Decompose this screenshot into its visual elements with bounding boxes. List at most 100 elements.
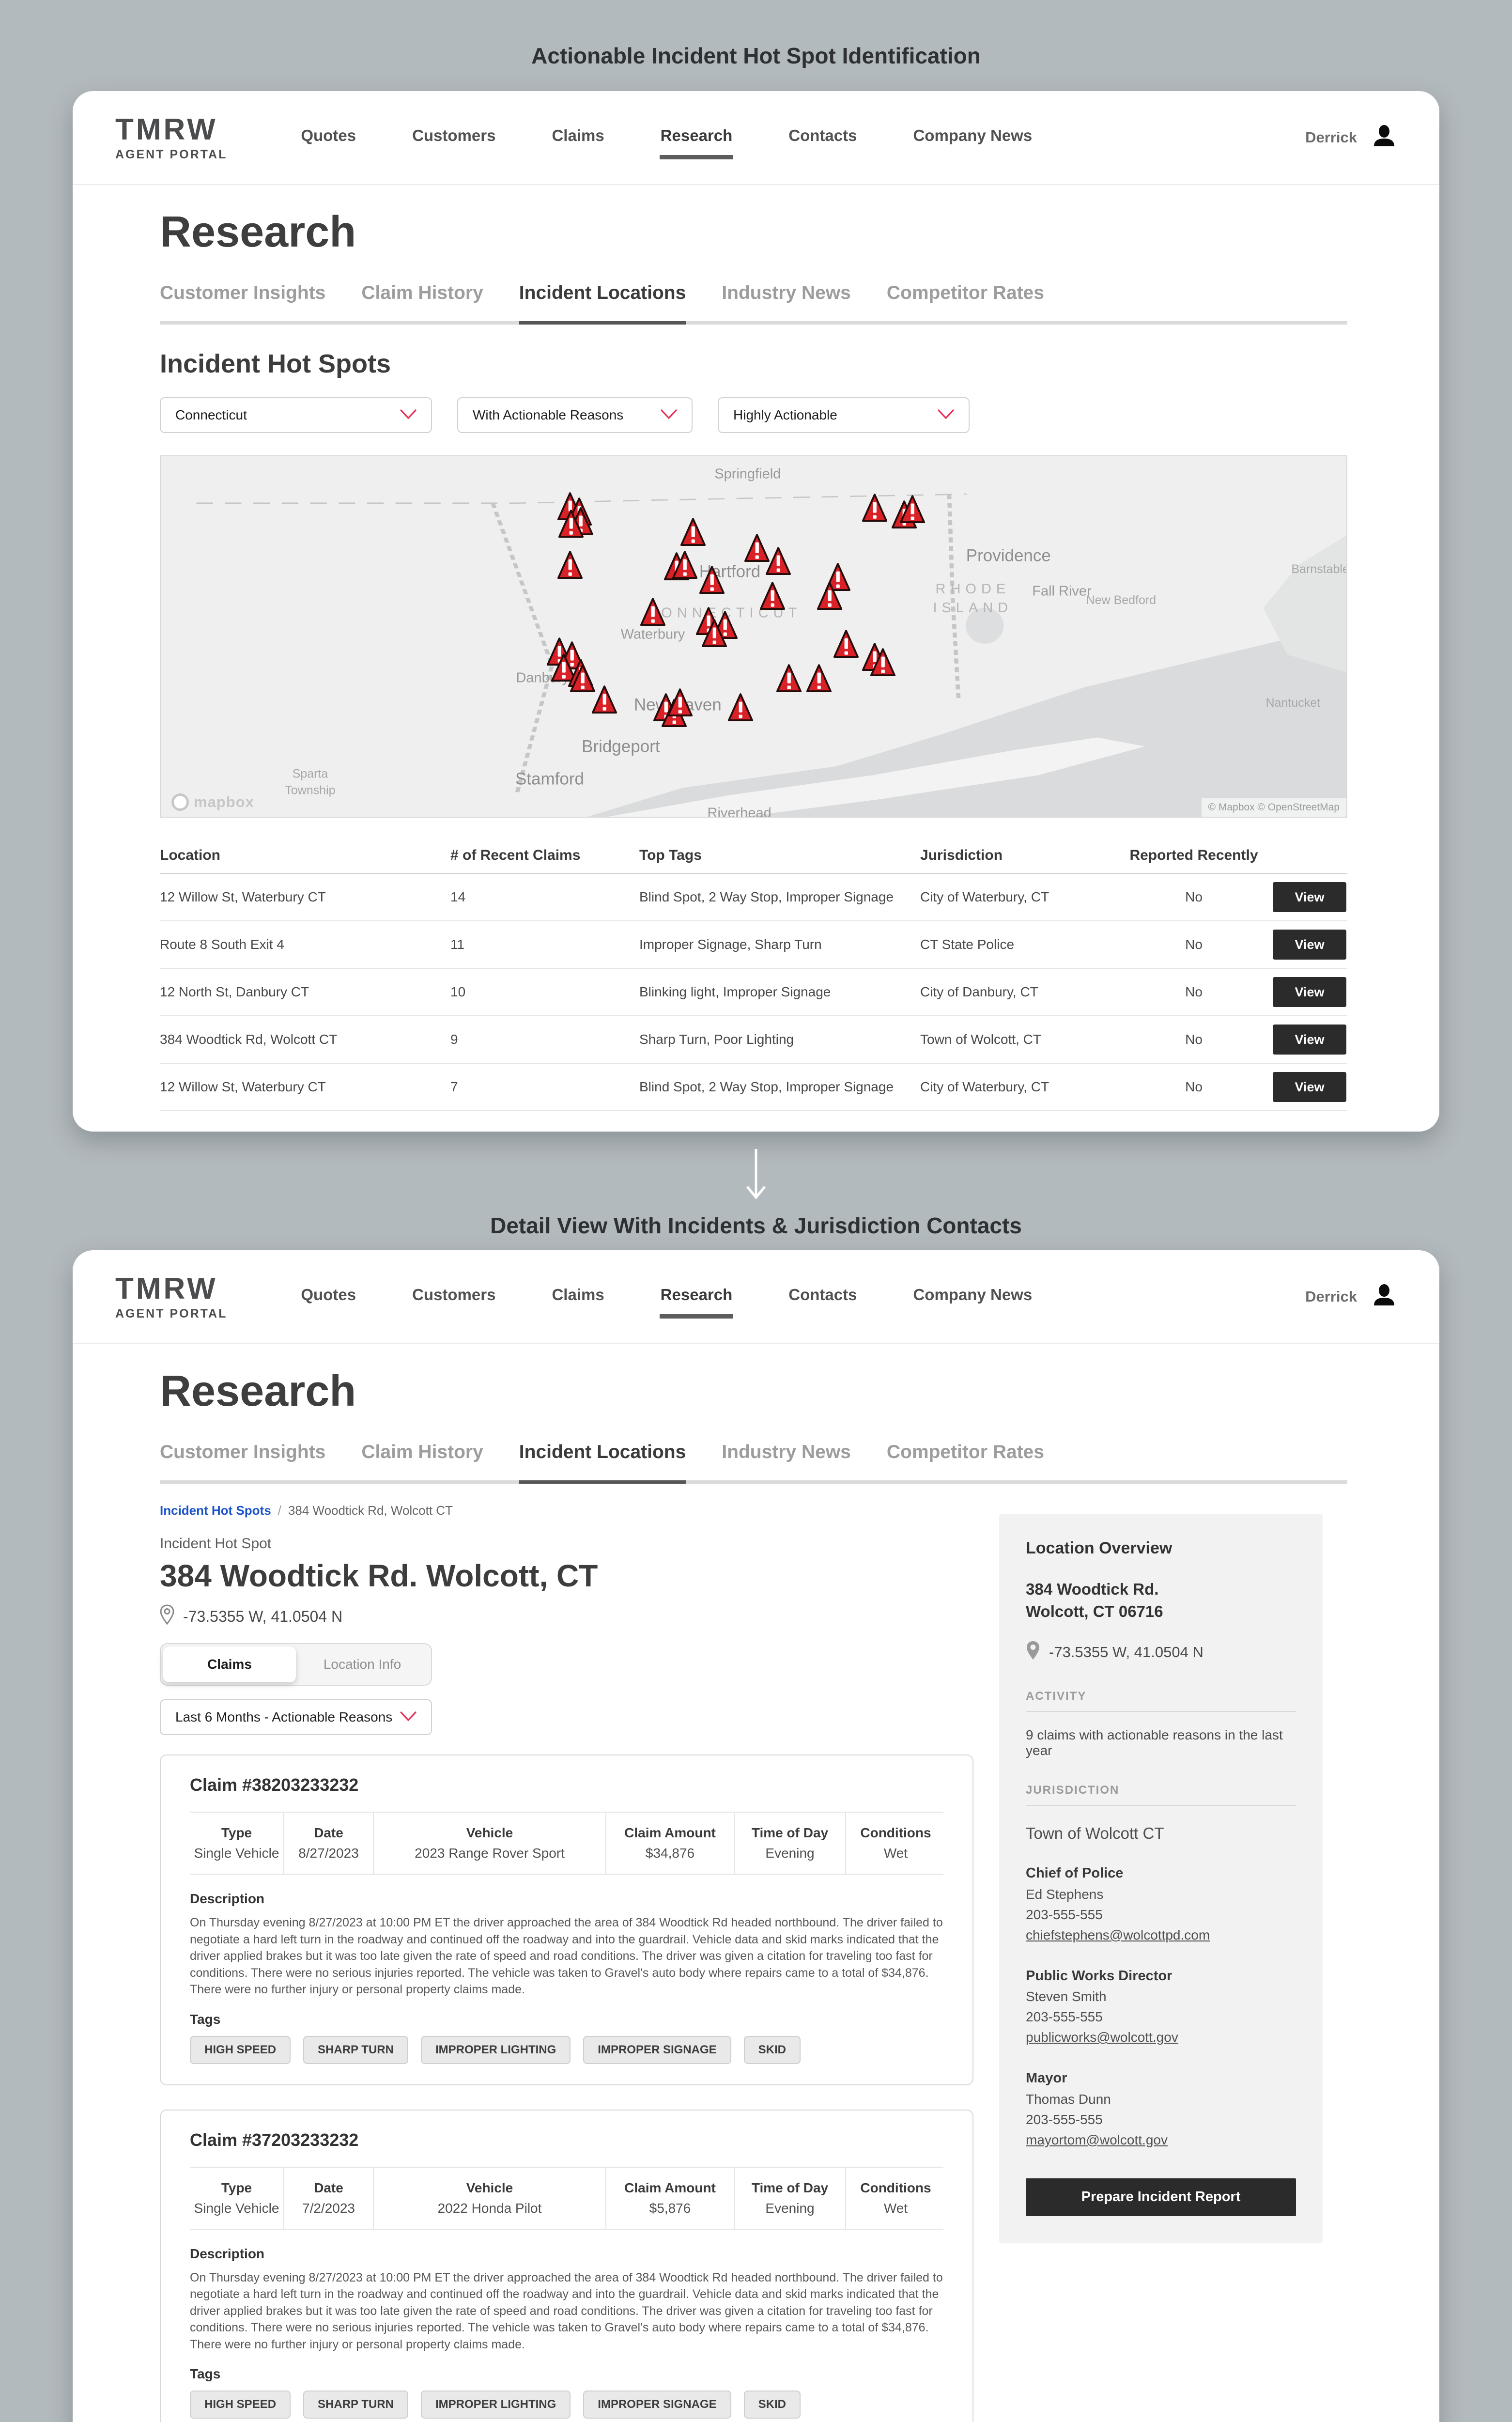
logo-subtitle: AGENT PORTAL [115, 147, 228, 161]
contact-email-link[interactable]: publicworks@wolcott.gov [1026, 2030, 1178, 2045]
cell-actions: View [1264, 882, 1346, 912]
user-menu[interactable]: Derrick [1305, 124, 1397, 152]
tmrw-logo[interactable]: TMRW AGENT PORTAL [115, 114, 228, 161]
incident-marker-icon[interactable] [870, 648, 896, 678]
stage-title-bottom: Detail View With Incidents & Jurisdictio… [490, 1213, 1022, 1238]
filter-dropdown-with-actionable-reasons[interactable]: With Actionable Reasons [457, 397, 693, 433]
breadcrumb: Incident Hot Spots / 384 Woodtick Rd, Wo… [160, 1503, 973, 1518]
cell-location: 12 Willow St, Waterbury CT [160, 1079, 326, 1094]
tab-incident-locations[interactable]: Incident Locations [519, 1442, 686, 1463]
nav-item-contacts[interactable]: Contacts [787, 1275, 858, 1319]
view-button[interactable]: View [1273, 882, 1346, 912]
view-button[interactable]: View [1273, 1025, 1346, 1055]
incident-marker-icon[interactable] [557, 550, 583, 580]
incident-map[interactable]: mapbox © Mapbox © OpenStreetMap Springfi… [160, 455, 1347, 818]
tab-competitor-rates[interactable]: Competitor Rates [887, 282, 1044, 304]
incident-marker-icon[interactable] [759, 581, 786, 611]
cell-jurisdiction: CT State Police [920, 937, 1015, 952]
tab-customer-insights[interactable]: Customer Insights [160, 282, 325, 304]
incident-marker-icon[interactable] [833, 629, 859, 659]
tab-customer-insights[interactable]: Customer Insights [160, 1442, 325, 1463]
nav-item-claims[interactable]: Claims [551, 1275, 605, 1319]
detail-panel: TMRW AGENT PORTAL Quotes Customers Claims R… [73, 1250, 1439, 2422]
table-row: 384 Woodtick Rd, Wolcott CT 9 Sharp Turn, … [160, 1016, 1347, 1064]
field-header: Claim Amount [624, 2180, 716, 2195]
nav-item-research[interactable]: Research [659, 1275, 734, 1319]
prepare-incident-report-button[interactable]: Prepare Incident Report [1026, 2178, 1296, 2216]
tab-industry-news[interactable]: Industry News [722, 282, 851, 304]
incident-marker-icon[interactable] [899, 495, 926, 525]
location-pin-icon [1026, 1640, 1040, 1664]
incident-marker-icon[interactable] [558, 509, 584, 539]
field-value: 7/2/2023 [302, 2200, 355, 2216]
tab-underline-indicator [519, 321, 686, 325]
user-name: Derrick [1305, 129, 1357, 146]
breadcrumb-link-incident-hot-spots[interactable]: Incident Hot Spots [160, 1503, 271, 1518]
incident-marker-icon[interactable] [776, 664, 802, 694]
detail-eyebrow: Incident Hot Spot [160, 1536, 272, 1552]
tab-claims[interactable]: Claims [163, 1646, 296, 1682]
claim-field-date: Date 8/27/2023 [284, 1813, 374, 1874]
incident-marker-icon[interactable] [727, 693, 754, 723]
tab-claim-history[interactable]: Claim History [361, 282, 483, 304]
cell-top-tags: Sharp Turn, Poor Lighting [639, 1032, 794, 1047]
contact-mayor: Mayor Thomas Dunn 203-555-555 mayortom@wolc… [1026, 2068, 1296, 2150]
field-value: Wet [883, 2200, 908, 2216]
incident-marker-icon[interactable] [699, 565, 725, 595]
claim-field-date: Date 7/2/2023 [284, 2167, 374, 2229]
tab-industry-news[interactable]: Industry News [722, 1442, 851, 1463]
incident-marker-icon[interactable] [806, 664, 832, 694]
range-filter-dropdown[interactable]: Last 6 Months - Actionable Reasons [160, 1699, 432, 1735]
contact-email-link[interactable]: chiefstephens@wolcottpd.com [1026, 1927, 1210, 1942]
description-label: Description [190, 1891, 265, 1906]
tab-claim-history[interactable]: Claim History [361, 1442, 483, 1463]
nav-item-contacts[interactable]: Contacts [787, 116, 858, 159]
incident-marker-icon[interactable] [591, 685, 617, 715]
filter-dropdown-connecticut[interactable]: Connecticut [160, 397, 432, 433]
filters-row: Connecticut With Actionable Reasons Highly… [160, 397, 1347, 433]
coords-text: -73.5355 W, 41.0504 N [1049, 1644, 1203, 1661]
page-title: Research [160, 208, 356, 256]
nav-item-quotes[interactable]: Quotes [300, 1275, 357, 1319]
nav-item-claims[interactable]: Claims [551, 116, 605, 159]
claim-card: Claim #37203233232 Type Single Vehicle Date… [160, 2109, 973, 2422]
tags-row: HIGH SPEED SHARP TURN IMPROPER LIGHTING IMP… [190, 2035, 943, 2064]
nav-item-research[interactable]: Research [659, 116, 734, 159]
claim-fields-table: Type Single Vehicle Date 7/2/2023 Vehicle 202… [190, 2166, 943, 2230]
contact-email-link[interactable]: mayortom@wolcott.gov [1026, 2132, 1168, 2147]
nav-item-customers[interactable]: Customers [411, 1275, 496, 1319]
incident-marker-icon[interactable] [817, 581, 843, 611]
claim-field-conditions: Conditions Wet [846, 1813, 945, 1874]
incident-marker-icon[interactable] [667, 688, 693, 718]
mapbox-logo[interactable]: mapbox [171, 793, 254, 811]
map-attribution[interactable]: © Mapbox © OpenStreetMap [1201, 798, 1346, 817]
incident-marker-icon[interactable] [862, 493, 888, 523]
user-menu[interactable]: Derrick [1305, 1283, 1397, 1311]
column-header-reported-recently: Reported Recently [1129, 847, 1258, 863]
contact-name: Steven Smith [1026, 1989, 1107, 2004]
incident-marker-icon[interactable] [640, 597, 666, 627]
view-button[interactable]: View [1273, 1072, 1346, 1102]
view-button[interactable]: View [1273, 977, 1346, 1007]
tab-location-info[interactable]: Location Info [296, 1646, 429, 1682]
incident-marker-icon[interactable] [672, 550, 698, 580]
address-line-2: Wolcott, CT 06716 [1026, 1602, 1163, 1621]
tag-chip-improper-signage: IMPROPER SIGNAGE [583, 2035, 731, 2064]
chevron-down-icon [938, 407, 954, 423]
nav-item-customers[interactable]: Customers [411, 116, 496, 159]
incident-marker-icon[interactable] [701, 619, 727, 649]
filter-dropdown-highly-actionable[interactable]: Highly Actionable [718, 397, 970, 433]
view-button[interactable]: View [1273, 930, 1346, 960]
nav-item-quotes[interactable]: Quotes [300, 116, 357, 159]
tab-incident-locations[interactable]: Incident Locations [519, 282, 686, 304]
incident-marker-icon[interactable] [680, 517, 706, 547]
incident-marker-icon[interactable] [765, 546, 791, 576]
nav-item-company-news[interactable]: Company News [912, 1275, 1033, 1319]
tmrw-logo[interactable]: TMRW AGENT PORTAL [115, 1273, 227, 1320]
research-tabs: Customer Insights Claim History Incident L… [160, 1442, 1347, 1463]
main-nav: Quotes Customers Claims Research Contacts Com… [300, 116, 1033, 159]
tab-competitor-rates[interactable]: Competitor Rates [887, 1442, 1044, 1463]
cell-claim-count: 14 [450, 889, 466, 904]
map-label-stamford: Stamford [515, 769, 584, 789]
nav-item-company-news[interactable]: Company News [912, 116, 1033, 159]
